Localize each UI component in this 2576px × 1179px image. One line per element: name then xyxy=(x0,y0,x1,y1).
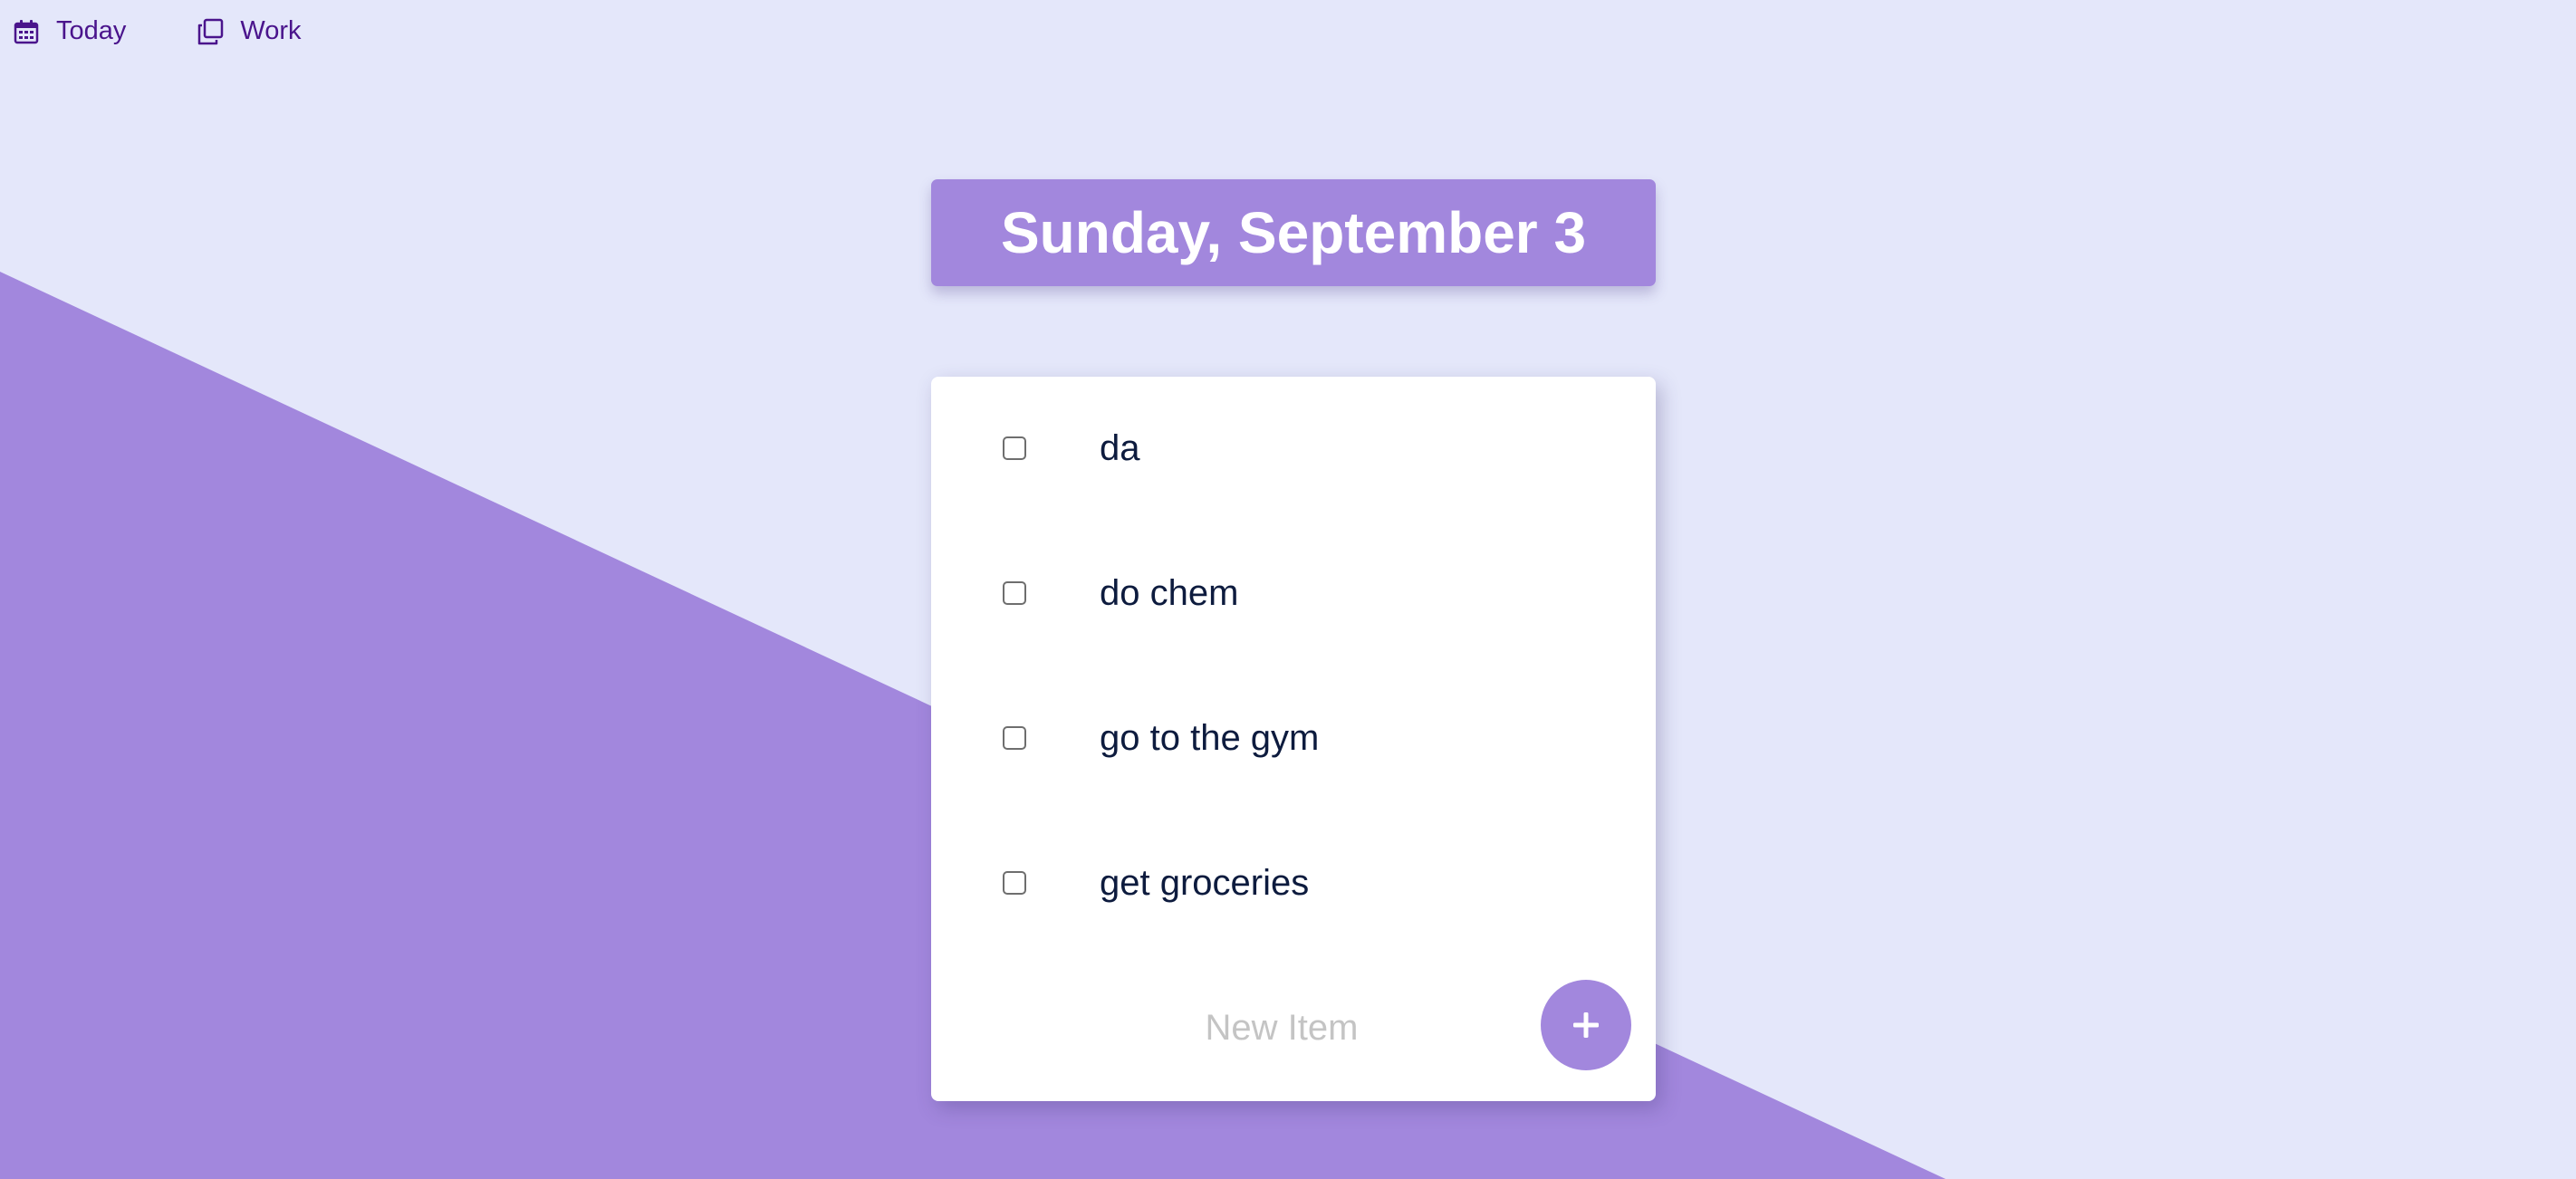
todo-checkbox[interactable] xyxy=(1003,581,1026,605)
top-nav: Today Work xyxy=(13,16,372,46)
copy-icon xyxy=(197,18,224,45)
todo-item: go to the gym xyxy=(931,702,1656,774)
todo-checkbox[interactable] xyxy=(1003,871,1026,895)
new-item-input[interactable] xyxy=(1067,992,1496,1063)
nav-item-work[interactable]: Work xyxy=(197,16,302,46)
todo-item-text: get groceries xyxy=(1100,863,1310,903)
new-item-form xyxy=(931,980,1656,1074)
todo-item-text: do chem xyxy=(1100,573,1239,613)
todo-checkbox[interactable] xyxy=(1003,726,1026,750)
date-banner: Sunday, September 3 xyxy=(931,179,1656,286)
todo-checkbox[interactable] xyxy=(1003,436,1026,460)
nav-item-work-label: Work xyxy=(240,16,302,45)
todo-item-text: go to the gym xyxy=(1100,718,1320,758)
page-title: Sunday, September 3 xyxy=(1000,200,1587,265)
todo-item: da xyxy=(931,412,1656,484)
todo-item: get groceries xyxy=(931,847,1656,919)
todo-item-text: da xyxy=(1100,428,1140,468)
add-item-button[interactable] xyxy=(1541,980,1631,1070)
plus-icon xyxy=(1571,1010,1601,1040)
nav-item-today-label: Today xyxy=(56,16,127,45)
todo-item: do chem xyxy=(931,557,1656,629)
nav-item-today[interactable]: Today xyxy=(13,16,126,46)
calendar-icon xyxy=(13,18,40,45)
todo-card: da do chem go to the gym get groceries xyxy=(931,377,1656,1101)
